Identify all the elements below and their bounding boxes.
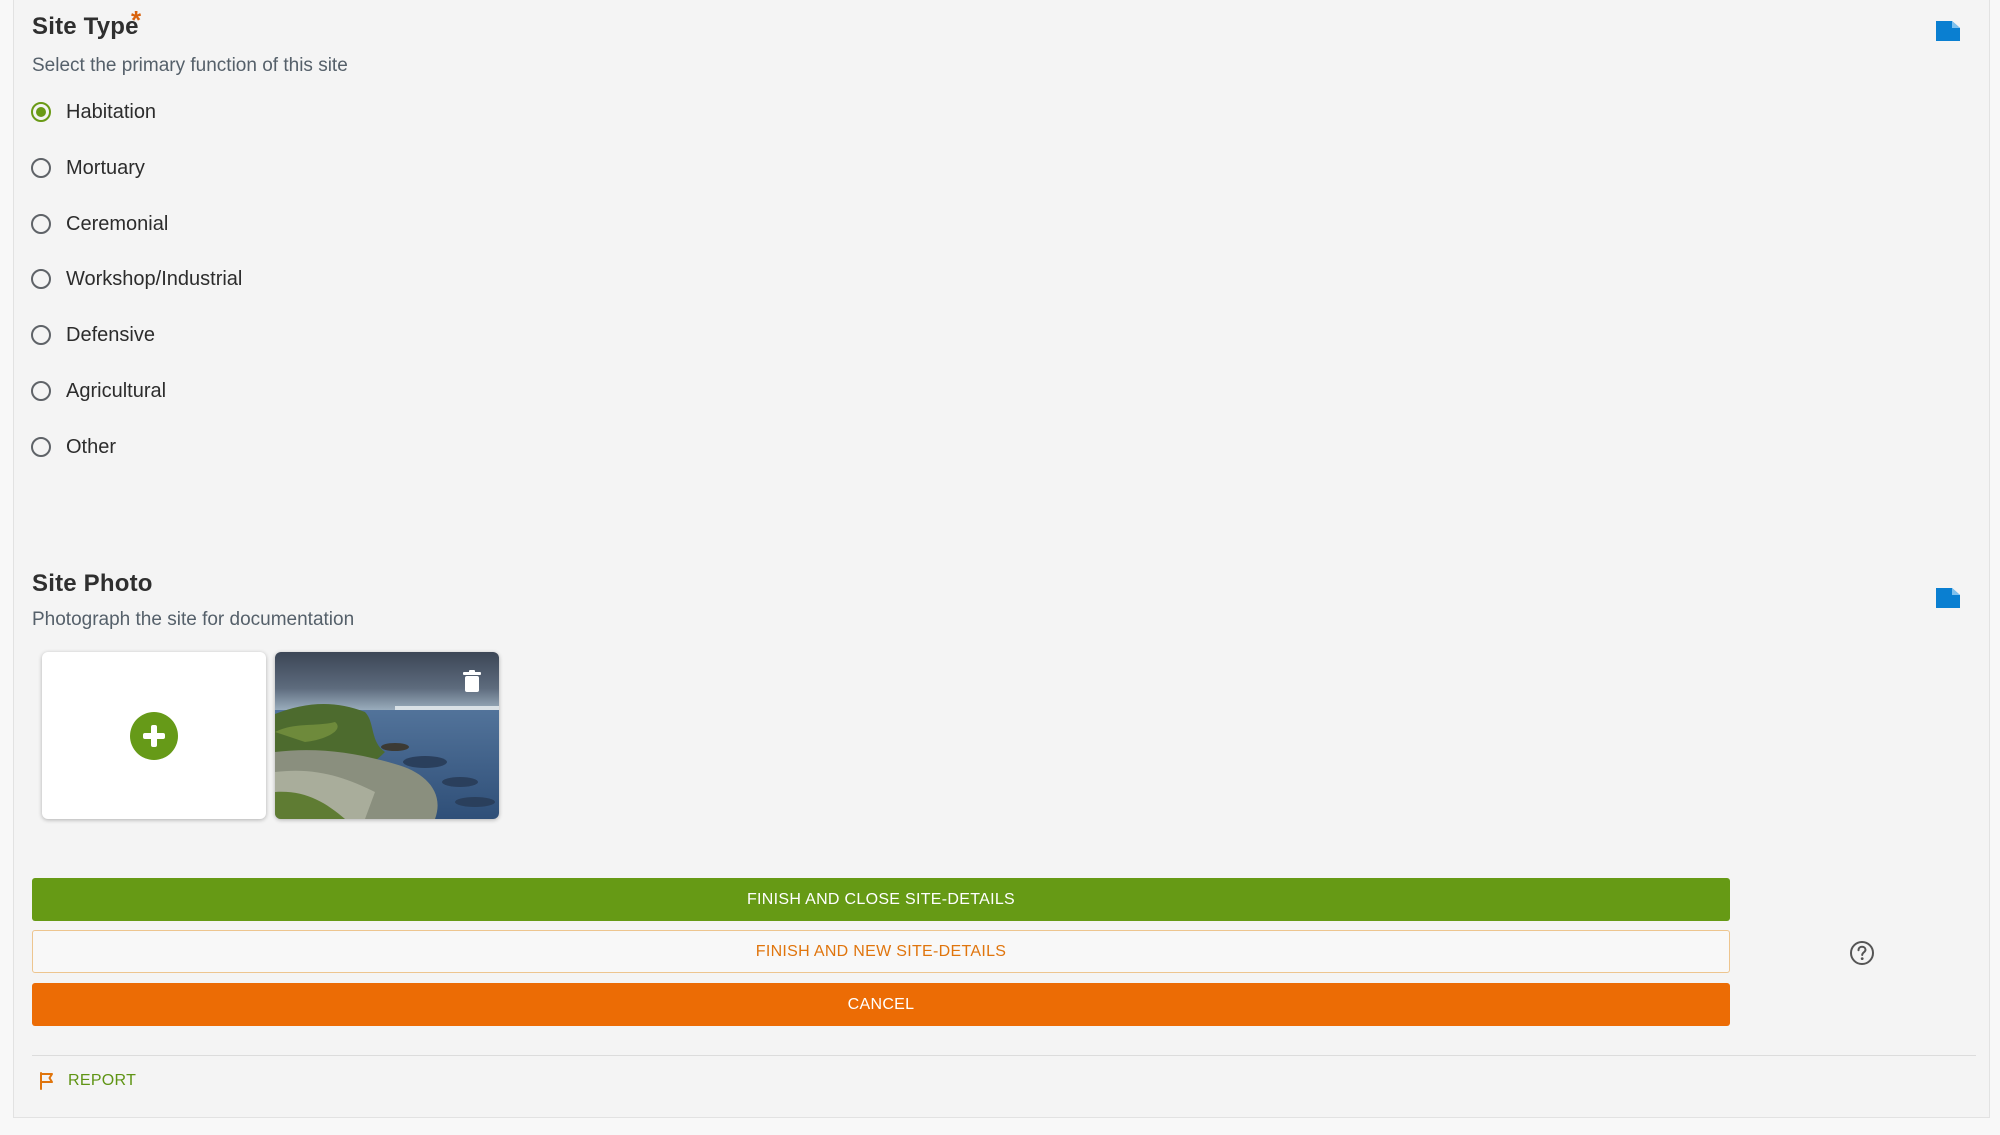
radio-label: Ceremonial [66, 212, 169, 235]
report-label: REPORT [68, 1072, 137, 1089]
radio-agricultural[interactable]: Agricultural [31, 376, 166, 406]
site-type-description: Select the primary function of this site [32, 55, 348, 76]
help-circle-icon[interactable] [1849, 940, 1875, 966]
site-photo-description: Photograph the site for documentation [32, 609, 355, 630]
radio-label: Agricultural [66, 379, 167, 402]
site-photo-title: Site Photo [32, 570, 153, 597]
radio-ceremonial[interactable]: Ceremonial [31, 209, 168, 239]
radio-workshop-industrial[interactable]: Workshop/Industrial [31, 264, 242, 294]
radio-unchecked-icon[interactable] [31, 158, 51, 178]
radio-defensive[interactable]: Defensive [31, 320, 155, 350]
finish-and-new-button[interactable]: FINISH AND NEW SITE-DETAILS [32, 930, 1730, 973]
radio-unchecked-icon[interactable] [31, 325, 51, 345]
radio-habitation[interactable]: Habitation [31, 97, 156, 127]
radio-other[interactable]: Other [31, 432, 116, 462]
save-note-icon[interactable] [1935, 587, 1961, 609]
photo-thumbnail[interactable] [275, 652, 499, 819]
radio-label: Other [66, 435, 117, 458]
radio-label: Defensive [66, 323, 155, 346]
plus-circle-icon[interactable] [130, 712, 178, 760]
radio-mortuary[interactable]: Mortuary [31, 153, 145, 183]
radio-unchecked-icon[interactable] [31, 269, 51, 289]
radio-label: Workshop/Industrial [66, 267, 243, 290]
radio-unchecked-icon[interactable] [31, 381, 51, 401]
radio-checked-icon[interactable] [31, 102, 51, 122]
site-type-title: Site Type [32, 13, 139, 40]
save-note-icon[interactable] [1935, 20, 1961, 42]
cancel-button[interactable]: CANCEL [32, 983, 1730, 1026]
finish-and-close-button[interactable]: FINISH AND CLOSE SITE-DETAILS [32, 878, 1730, 921]
radio-label: Mortuary [66, 156, 145, 179]
required-marker: * [131, 5, 142, 35]
divider [32, 1055, 1976, 1056]
trash-icon[interactable] [463, 670, 481, 692]
radio-unchecked-icon[interactable] [31, 214, 51, 234]
flag-icon [40, 1072, 53, 1090]
add-photo-button[interactable] [42, 652, 266, 819]
radio-label: Habitation [66, 100, 157, 123]
radio-unchecked-icon[interactable] [31, 437, 51, 457]
report-link[interactable]: REPORT [38, 1072, 136, 1090]
